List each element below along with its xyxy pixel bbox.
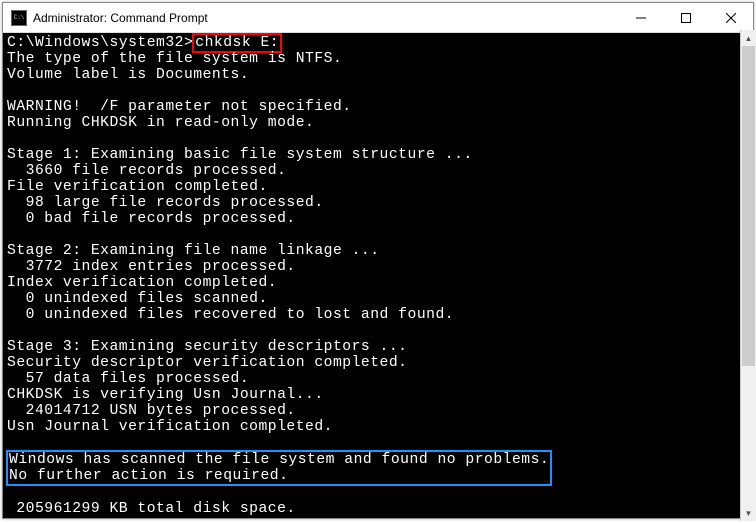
result-highlight: Windows has scanned the file system and … [6, 450, 552, 486]
output-line: 57 data files processed. [7, 371, 749, 387]
output-line: 3660 file records processed. [7, 163, 749, 179]
scroll-down-button[interactable]: ▼ [741, 505, 756, 521]
window-controls [618, 3, 753, 32]
output-line: Running CHKDSK in read-only mode. [7, 115, 749, 131]
output-line [7, 323, 749, 339]
terminal-output[interactable]: C:\Windows\system32>chkdsk E: The type o… [3, 33, 753, 518]
scroll-thumb[interactable] [742, 46, 755, 366]
output-line: Index verification completed. [7, 275, 749, 291]
output-line: 0 bad file records processed. [7, 211, 749, 227]
close-button[interactable] [708, 3, 753, 32]
output-line [7, 83, 749, 99]
output-line: 0 unindexed files scanned. [7, 291, 749, 307]
close-icon [726, 13, 736, 23]
cmd-icon [11, 10, 27, 26]
command-highlight: chkdsk E: [192, 33, 282, 53]
titlebar: Administrator: Command Prompt [3, 3, 753, 33]
output-line: Security descriptor verification complet… [7, 355, 749, 371]
output-line [7, 131, 749, 147]
maximize-button[interactable] [663, 3, 708, 32]
output-line [7, 435, 749, 451]
command-prompt-window: Administrator: Command Prompt C:\Windows… [2, 2, 754, 519]
scroll-up-button[interactable]: ▲ [741, 30, 756, 46]
output-line: 3772 index entries processed. [7, 259, 749, 275]
output-line: WARNING! /F parameter not specified. [7, 99, 749, 115]
output-line: Stage 2: Examining file name linkage ... [7, 243, 749, 259]
minimize-icon [636, 13, 646, 23]
output-line: 205961299 KB total disk space. [7, 501, 749, 517]
maximize-icon [681, 13, 691, 23]
output-line [7, 227, 749, 243]
scrollbar[interactable]: ▲ ▼ [740, 30, 756, 521]
output-line: Stage 1: Examining basic file system str… [7, 147, 749, 163]
output-line: Windows has scanned the file system and … [9, 452, 549, 468]
output-line: Volume label is Documents. [7, 67, 749, 83]
output-line: 0 unindexed files recovered to lost and … [7, 307, 749, 323]
prompt-path: C:\Windows\system32> [7, 35, 193, 51]
output-line: CHKDSK is verifying Usn Journal... [7, 387, 749, 403]
output-line: The type of the file system is NTFS. [7, 51, 749, 67]
output-line: Stage 3: Examining security descriptors … [7, 339, 749, 355]
output-line: No further action is required. [9, 468, 549, 484]
window-title: Administrator: Command Prompt [33, 11, 618, 25]
output-line: Usn Journal verification completed. [7, 419, 749, 435]
minimize-button[interactable] [618, 3, 663, 32]
output-line [7, 485, 749, 501]
output-line: 98 large file records processed. [7, 195, 749, 211]
output-line: 24014712 USN bytes processed. [7, 403, 749, 419]
output-line: File verification completed. [7, 179, 749, 195]
prompt-line: C:\Windows\system32>chkdsk E: [7, 35, 749, 51]
